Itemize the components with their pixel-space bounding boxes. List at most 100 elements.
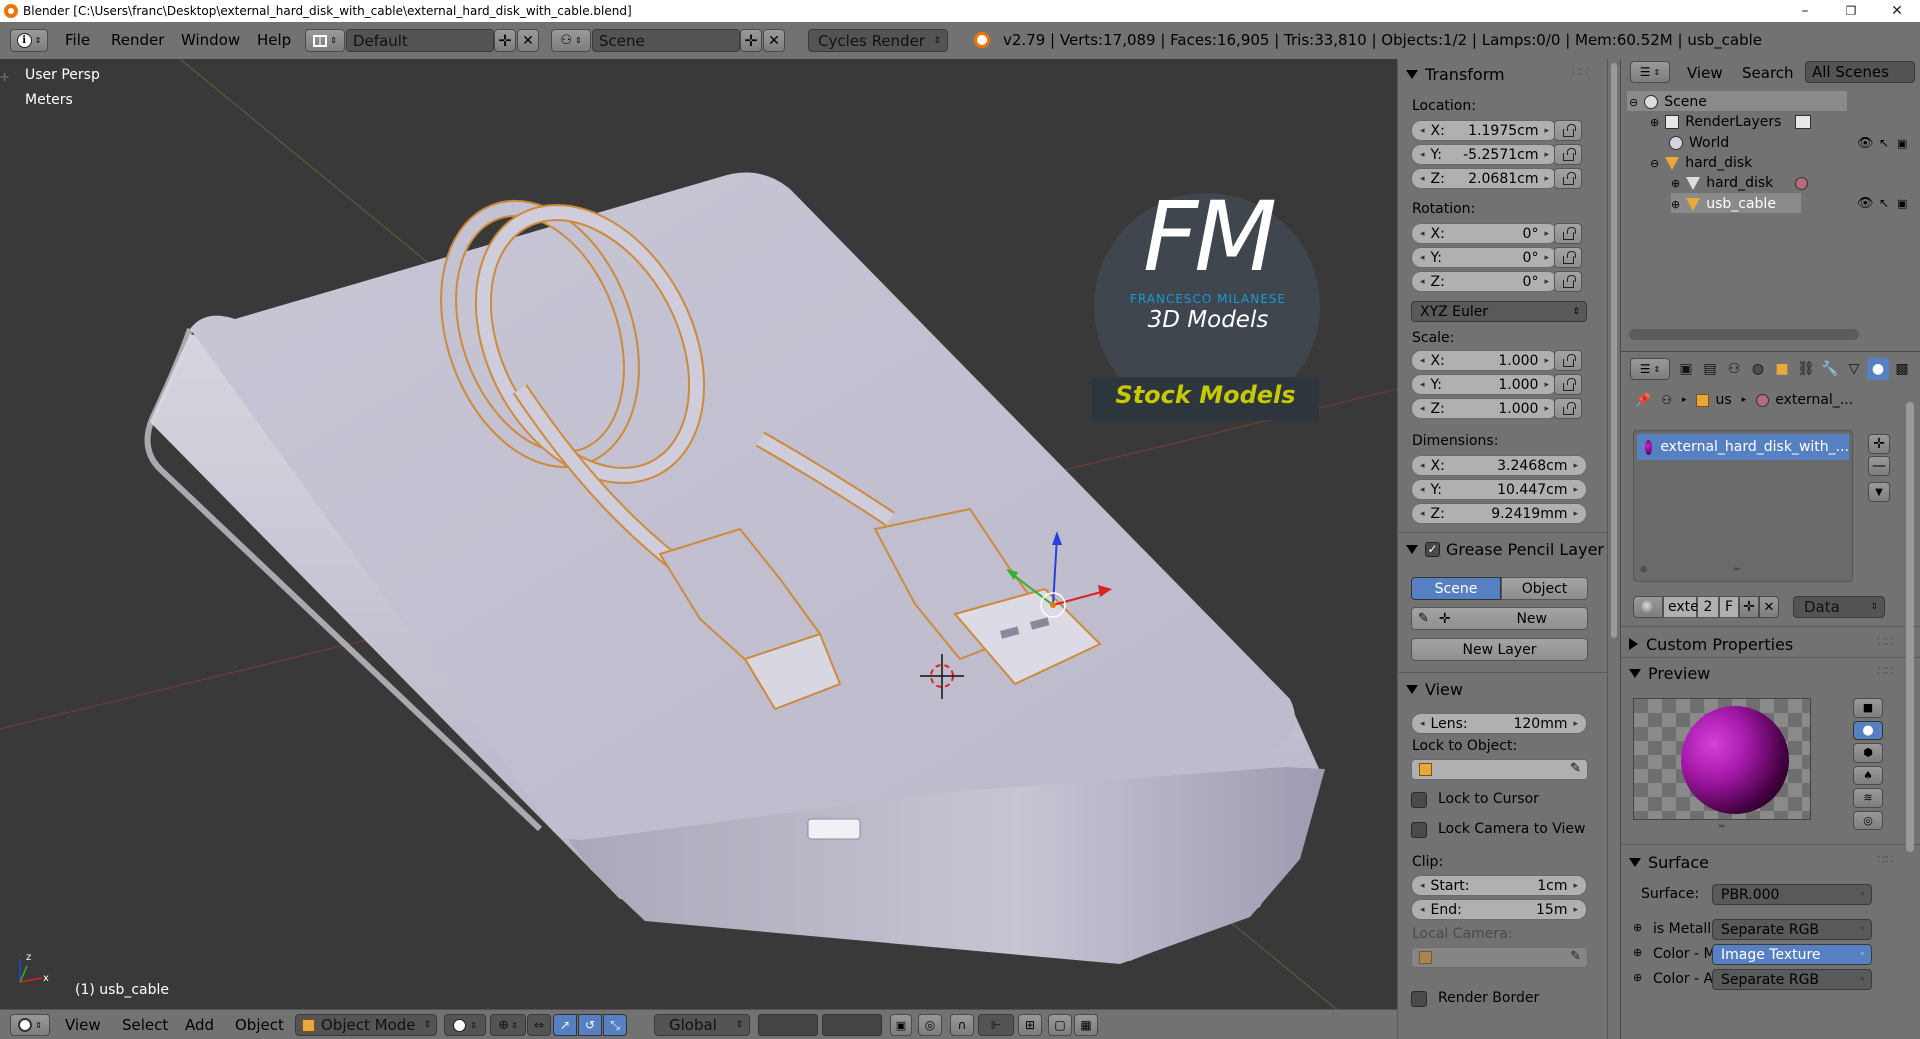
expand-input-icon[interactable]: ⊕ [1633, 921, 1642, 934]
material-specials-button[interactable]: ▼ [1868, 482, 1890, 502]
menu-select[interactable]: Select [122, 1016, 168, 1034]
unlink-material-button[interactable]: ✕ [1759, 596, 1779, 618]
render-engine-select[interactable]: Cycles Render ⇕ [808, 29, 948, 52]
preview-world-icon[interactable]: ◎ [1853, 810, 1883, 830]
screen-layout-button[interactable]: ⇕ [305, 29, 345, 52]
outliner-editor-type-button[interactable]: ☰ ⇕ [1630, 61, 1670, 83]
opengl-render-button[interactable]: ▢ [1048, 1014, 1072, 1036]
opengl-animation-button[interactable]: ▦ [1074, 1014, 1098, 1036]
new-material-button[interactable]: ✛ [1739, 596, 1759, 618]
lock-rotation-y-icon[interactable] [1554, 247, 1582, 268]
menu-view[interactable]: View [65, 1016, 101, 1034]
material-name-field[interactable]: exte [1663, 596, 1699, 618]
drag-handle-icon[interactable]: ∷∷ [1877, 664, 1894, 679]
constraints-tab-icon[interactable]: ⛓ [1795, 358, 1817, 380]
menu-render[interactable]: Render [99, 31, 176, 49]
lock-scale-z-icon[interactable] [1554, 398, 1582, 419]
pin-icon[interactable]: 📌 [1635, 393, 1651, 408]
editor-type-button[interactable]: i ⇕ [10, 29, 48, 52]
shading-select[interactable]: ⇕ [444, 1014, 486, 1036]
lock-scale-x-icon[interactable] [1554, 350, 1582, 371]
3d-viewport[interactable]: z x FM FRANCESCO MILANESE 3D Models Stoc… [0, 59, 1397, 1009]
object-tab-icon[interactable]: ■ [1771, 358, 1793, 380]
fake-user-toggle[interactable]: F [1719, 596, 1739, 618]
rotate-manipulator-button[interactable]: ↺ [578, 1014, 602, 1036]
manipulator-toggle[interactable]: ⇔ [527, 1014, 551, 1036]
preview-sphere-icon[interactable]: ● [1853, 720, 1883, 740]
snap-element-select[interactable]: ⊩ [978, 1014, 1014, 1036]
preview-monkey-icon[interactable]: ♠ [1853, 765, 1883, 785]
texture-tab-icon[interactable]: ▩ [1891, 358, 1913, 380]
outliner-hscrollbar[interactable] [1629, 329, 1859, 340]
layers-grid-right[interactable] [822, 1014, 882, 1036]
lens-field[interactable]: ◂ Lens: 120mm ▸ [1411, 713, 1587, 734]
surface-panel-header[interactable]: Surface [1621, 849, 1709, 875]
mode-select[interactable]: Object Mode ⇕ [295, 1014, 437, 1036]
menu-window[interactable]: Window [169, 31, 252, 49]
rotation-x-field[interactable]: ◂ X: 0° ▸ [1411, 223, 1558, 244]
grease-pencil-panel-header[interactable]: ✓ Grease Pencil Layer [1398, 536, 1604, 562]
render-border-checkbox[interactable] [1411, 991, 1427, 1007]
new-layer-button[interactable]: New Layer [1411, 638, 1588, 661]
outliner-item-hard-disk[interactable]: ⊖ hard_disk [1650, 153, 1752, 173]
render-camera-icon[interactable]: ▣ [1897, 137, 1907, 150]
pivot-select[interactable]: ⊕ ⇕ [490, 1014, 526, 1036]
lock-location-x-icon[interactable] [1554, 120, 1582, 141]
menu-file[interactable]: File [53, 31, 102, 49]
render-layers-tab-icon[interactable]: ▤ [1699, 358, 1721, 380]
layer-lock-button[interactable]: ▣ [890, 1014, 912, 1036]
grease-pencil-checkbox[interactable]: ✓ [1425, 541, 1440, 557]
expand-input-icon[interactable]: ⊕ [1633, 946, 1642, 959]
maximize-button[interactable]: ❐ [1828, 0, 1874, 22]
world-tab-icon[interactable]: ◍ [1747, 358, 1769, 380]
dimensions-z-field[interactable]: ◂ Z: 9.2419mm ▸ [1411, 503, 1587, 524]
remove-material-slot-button[interactable]: — [1868, 456, 1890, 476]
transform-panel-header[interactable]: Transform [1398, 61, 1505, 87]
clip-start-field[interactable]: ◂ Start: 1cm ▸ [1411, 875, 1587, 896]
location-x-field[interactable]: ◂ X: 1.1975cm ▸ [1411, 120, 1558, 141]
lock-object-field[interactable]: ✎ [1411, 759, 1588, 780]
close-button[interactable]: ✕ [1874, 0, 1920, 22]
surface-shader-select[interactable]: PBR.000 ◦ [1712, 884, 1872, 905]
lock-rotation-x-icon[interactable] [1554, 223, 1582, 244]
tool-shelf-toggle-icon[interactable]: ✛ [0, 71, 9, 84]
outliner-item-hard-disk-mesh[interactable]: ⊕ hard_disk [1671, 173, 1809, 193]
input-color-ma-select[interactable]: Image Texture ◦ [1712, 944, 1872, 965]
rotation-mode-select[interactable]: XYZ Euler ⇕ [1411, 301, 1587, 322]
lock-cursor-checkbox[interactable] [1411, 792, 1427, 808]
preview-resize-handle-icon[interactable]: ═ [1719, 822, 1724, 832]
lock-camera-checkbox[interactable] [1411, 822, 1427, 838]
input-color-ab-select[interactable]: Separate RGB ◦ [1712, 969, 1872, 990]
local-camera-field[interactable]: ✎ [1411, 947, 1588, 968]
properties-scrollbar[interactable] [1906, 402, 1914, 852]
snap-toggle-button[interactable]: ∩ [950, 1014, 974, 1036]
display-mode-select[interactable]: All Scenes [1805, 61, 1915, 83]
modifiers-tab-icon[interactable]: 🔧 [1819, 358, 1841, 380]
scene-browse-button[interactable]: ⚇ ⇕ [551, 29, 591, 52]
list-filter-icon[interactable]: ⊕ [1640, 565, 1648, 575]
layout-name-field[interactable]: Default [346, 29, 494, 52]
dimensions-x-field[interactable]: ◂ X: 3.2468cm ▸ [1411, 455, 1587, 476]
clip-end-field[interactable]: ◂ End: 15m ▸ [1411, 899, 1587, 920]
add-material-slot-button[interactable]: ✛ [1868, 434, 1890, 454]
snap-target-button[interactable]: ⊞ [1018, 1014, 1042, 1036]
scale-y-field[interactable]: ◂ Y: 1.000 ▸ [1411, 374, 1558, 395]
renderlayer-restrict-icon[interactable] [1795, 115, 1812, 129]
grease-pencil-new-button[interactable]: ✎ ✛ New [1411, 607, 1588, 630]
rotation-y-field[interactable]: ◂ Y: 0° ▸ [1411, 247, 1558, 268]
browse-material-button[interactable] [1633, 596, 1663, 618]
grease-pencil-object-tab[interactable]: Object [1501, 577, 1588, 600]
preview-cube-icon[interactable]: ⬢ [1853, 743, 1883, 763]
select-cursor-icon[interactable]: ↖ [1879, 136, 1889, 150]
input-metallic-select[interactable]: Separate RGB ◦ [1712, 919, 1872, 940]
custom-properties-header[interactable]: Custom Properties [1621, 631, 1793, 657]
outliner-item-usb-cable[interactable]: ⊕ usb_cable [1671, 194, 1776, 214]
list-resize-handle-icon[interactable]: ═ [1734, 565, 1739, 575]
location-y-field[interactable]: ◂ Y: -5.2571cm ▸ [1411, 144, 1558, 165]
menu-object[interactable]: Object [235, 1016, 284, 1034]
outliner-item-world[interactable]: World [1669, 133, 1729, 153]
material-tab-icon[interactable]: ● [1867, 358, 1889, 380]
proportional-edit-button[interactable]: ◎ [918, 1014, 942, 1036]
lock-scale-y-icon[interactable] [1554, 374, 1582, 395]
preview-flat-icon[interactable]: ■ [1853, 698, 1883, 718]
